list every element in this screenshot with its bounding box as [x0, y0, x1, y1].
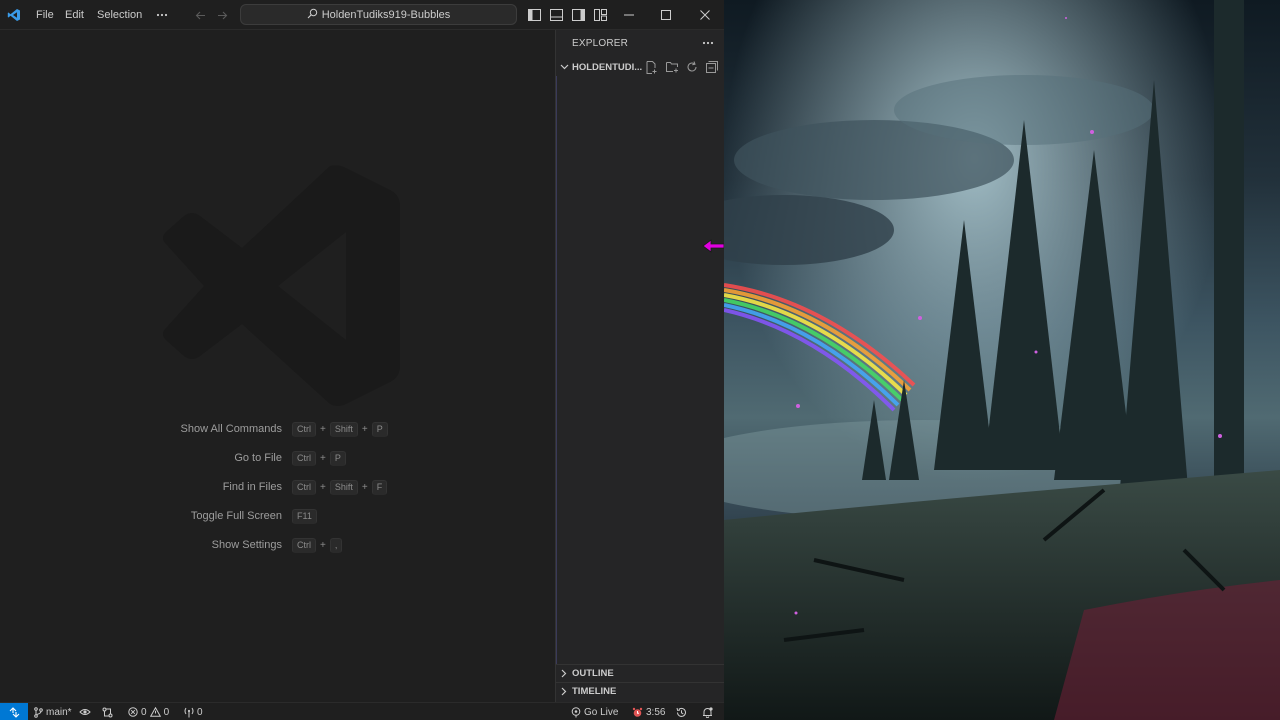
collapse-all-icon[interactable]	[704, 59, 720, 75]
ports-count: 0	[197, 706, 203, 718]
shortcut-label: Show Settings	[211, 539, 282, 551]
timer-value: 3:56	[646, 706, 666, 718]
keycap: Shift	[329, 421, 358, 437]
keycap: P	[371, 421, 388, 437]
radio-tower-icon	[184, 707, 194, 717]
status-bar: main* 0 0 0 Go Live 3:56	[0, 702, 724, 720]
toggle-secondary-sidebar-icon[interactable]	[570, 0, 586, 30]
ellipsis-icon[interactable]	[152, 0, 172, 30]
warning-icon	[149, 707, 161, 717]
chevron-right-icon	[556, 669, 572, 678]
keycap: Ctrl	[292, 479, 316, 495]
file-tree[interactable]	[556, 76, 724, 664]
outline-section-header[interactable]: OUTLINE	[556, 664, 724, 682]
section-label: OUTLINE	[572, 668, 614, 679]
vscode-logo-icon	[6, 0, 22, 30]
forest-rainbow-image	[724, 0, 1280, 720]
warning-count: 0	[163, 706, 170, 718]
arrow-left-icon[interactable]	[192, 0, 208, 30]
git-branch-icon	[34, 706, 43, 718]
folder-name: HOLDENTUDI...	[572, 61, 643, 73]
arrow-right-icon[interactable]	[214, 0, 230, 30]
minimize-icon[interactable]	[620, 0, 638, 30]
error-count: 0	[141, 706, 147, 718]
editor-area[interactable]: Show All Commands Ctrl + Shift + P Go to F…	[0, 30, 556, 702]
shortcut-row: Show All Commands Ctrl + Shift + P	[0, 421, 556, 437]
go-live-button[interactable]: Go Live	[571, 703, 618, 720]
problems-indicator[interactable]: 0 0	[128, 703, 169, 720]
timeline-section-header[interactable]: TIMELINE	[556, 682, 724, 700]
search-icon	[307, 8, 318, 22]
chevron-down-icon	[556, 64, 572, 70]
customize-layout-icon[interactable]	[592, 0, 608, 30]
ellipsis-icon[interactable]	[702, 34, 714, 48]
shortcut-label: Go to File	[234, 452, 282, 464]
alarm-clock-icon	[632, 707, 643, 717]
shortcut-label: Find in Files	[222, 481, 282, 493]
shortcut-row: Show Settings Ctrl + ,	[0, 537, 556, 553]
section-label: TIMELINE	[572, 686, 617, 697]
sidebar-title: EXPLORER	[572, 38, 629, 49]
refresh-icon[interactable]	[684, 59, 700, 75]
explorer-sidebar: EXPLORER HOLDENTUDI... OUTLINE TIMELINE	[555, 30, 724, 702]
new-file-icon[interactable]	[644, 59, 660, 75]
git-compare-icon[interactable]	[102, 703, 113, 720]
keycap: Shift	[329, 479, 358, 495]
close-icon[interactable]	[696, 0, 714, 30]
toggle-primary-sidebar-icon[interactable]	[526, 0, 542, 30]
keycap: Ctrl	[292, 537, 316, 553]
shortcut-row: Toggle Full Screen F11	[0, 508, 556, 524]
toggle-panel-icon[interactable]	[548, 0, 564, 30]
history-icon[interactable]	[676, 703, 687, 720]
shortcut-label: Toggle Full Screen	[190, 510, 282, 522]
keycap: F	[371, 479, 388, 495]
menu-file[interactable]: File	[36, 0, 54, 30]
shortcut-row: Go to File Ctrl + P	[0, 450, 556, 466]
vscode-window: File Edit Selection HoldenTudiks919-Bubb…	[0, 0, 724, 720]
maximize-icon[interactable]	[657, 0, 675, 30]
branch-indicator[interactable]: main*	[34, 703, 91, 720]
timer-indicator[interactable]: 3:56	[632, 703, 665, 720]
branch-name: main*	[46, 706, 72, 718]
shortcut-label: Show All Commands	[180, 423, 283, 435]
vscode-watermark-logo	[160, 164, 400, 412]
bell-icon[interactable]	[702, 703, 713, 720]
command-center-search[interactable]: HoldenTudiks919-Bubbles	[240, 4, 517, 25]
keycap: Ctrl	[292, 421, 316, 437]
go-live-label: Go Live	[584, 706, 619, 718]
desktop-wallpaper	[724, 0, 1280, 720]
resize-cursor-icon	[702, 237, 724, 259]
menu-edit[interactable]: Edit	[65, 0, 84, 30]
keycap: Ctrl	[292, 450, 316, 466]
menu-selection[interactable]: Selection	[97, 0, 142, 30]
chevron-right-icon	[556, 687, 572, 696]
error-icon	[128, 707, 138, 717]
remote-icon[interactable]	[0, 703, 28, 720]
keycap: P	[329, 450, 346, 466]
broadcast-icon	[571, 706, 581, 717]
ports-indicator[interactable]: 0	[184, 703, 203, 720]
sync-icon[interactable]	[78, 707, 91, 717]
new-folder-icon[interactable]	[664, 59, 680, 75]
title-bar: File Edit Selection HoldenTudiks919-Bubb…	[0, 0, 724, 30]
keycap: ,	[329, 537, 343, 553]
command-center-label: HoldenTudiks919-Bubbles	[321, 8, 451, 21]
keycap: F11	[292, 508, 317, 524]
shortcut-row: Find in Files Ctrl + Shift + F	[0, 479, 556, 495]
folder-header[interactable]: HOLDENTUDI...	[556, 58, 724, 76]
